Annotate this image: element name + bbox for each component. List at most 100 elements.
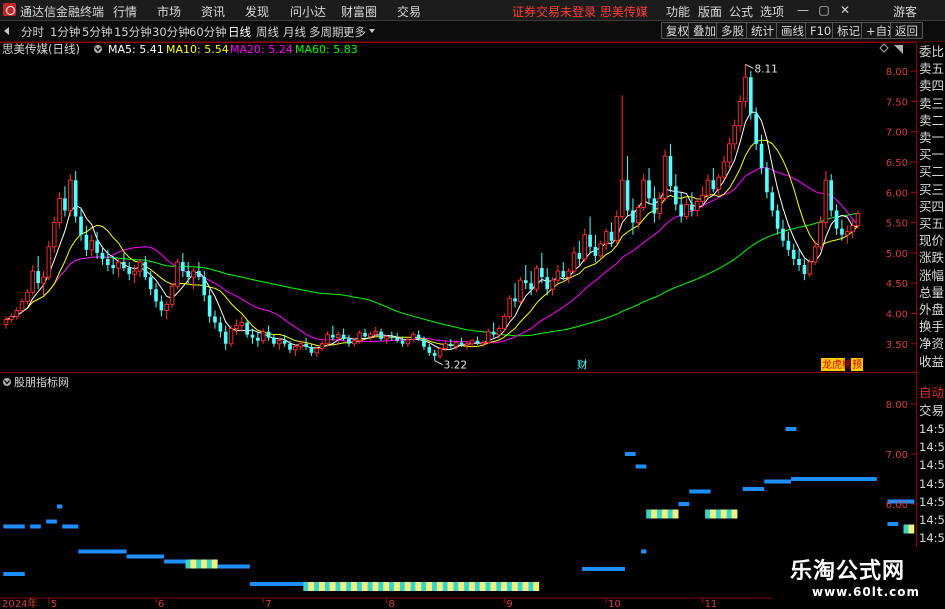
- candlesticks: [3, 64, 861, 361]
- candlestick: [485, 328, 491, 344]
- quote-field-label: 涨跌: [919, 250, 945, 266]
- candlestick: [540, 252, 544, 284]
- indicator-bar-segment: [453, 582, 459, 591]
- candlestick: [51, 216, 57, 253]
- app-title: 通达信金融终端: [20, 5, 105, 19]
- candlestick: [850, 219, 855, 238]
- tab-period-60min[interactable]: 60分钟: [189, 24, 227, 40]
- trading-notice[interactable]: 证券交易未登录 思美传媒: [512, 3, 648, 20]
- candlestick: [347, 334, 351, 347]
- lhb-marker[interactable]: 龙虎榜: [822, 358, 852, 371]
- high-pointer: [745, 64, 754, 69]
- candlestick: [213, 310, 217, 329]
- indicator-bar-segment: [410, 582, 416, 591]
- indicator-bar: [3, 572, 25, 576]
- candlestick: [331, 325, 335, 341]
- tab-period-multi[interactable]: 多周期: [309, 24, 344, 40]
- back-button[interactable]: 返回: [890, 22, 923, 39]
- menu-gongneng[interactable]: 功能: [666, 3, 690, 20]
- menu-hangqing[interactable]: 行情: [113, 3, 137, 20]
- price-tick-label: 5.50: [886, 219, 908, 230]
- candlestick: [169, 283, 175, 308]
- close-button[interactable]: ✕: [836, 2, 854, 18]
- tab-period-15min[interactable]: 15分钟: [114, 24, 152, 40]
- chevron-down-icon[interactable]: [369, 29, 375, 33]
- tab-period-5min[interactable]: 5分钟: [82, 24, 112, 40]
- multi-stock-button[interactable]: 多股: [716, 22, 749, 39]
- indicator-bar-segment: [464, 582, 469, 591]
- tab-period-more[interactable]: 更多: [343, 24, 366, 40]
- price-tick-label: 4.00: [886, 309, 908, 320]
- menu-banmian[interactable]: 版面: [698, 3, 722, 20]
- candlestick: [561, 261, 566, 281]
- tick-time-label: 14:56: [919, 458, 945, 473]
- tick-time-label: 14:56: [919, 421, 945, 436]
- menu-caifuquan[interactable]: 财富圈: [341, 3, 377, 20]
- candlestick: [341, 328, 346, 341]
- candlestick: [716, 174, 721, 196]
- tab-period-daily[interactable]: 日线: [228, 24, 251, 40]
- quote-field-label: 买一: [919, 147, 945, 163]
- indicator-tick-label: 6.00: [886, 500, 908, 511]
- indicator-bar-segment: [716, 509, 721, 519]
- menu-jiaoyi[interactable]: 交易: [397, 3, 421, 20]
- kline-main-chart[interactable]: 3.50 4.00 4.50 5.00 5.50 6.00 6.50 7.00 7.50 8.00…: [0, 42, 945, 372]
- candlestick: [593, 234, 598, 262]
- forecast-marker[interactable]: 预: [852, 359, 862, 371]
- candlestick: [197, 261, 201, 281]
- tab-period-fenshi[interactable]: 分时: [21, 24, 44, 40]
- indicator-bar: [62, 524, 79, 529]
- indicator-bar-segment: [485, 582, 491, 591]
- candlestick: [534, 265, 539, 293]
- indicator-bar: [678, 502, 690, 506]
- restore-button[interactable]: ▢: [815, 2, 833, 18]
- tab-period-1min[interactable]: 1分钟: [50, 24, 80, 40]
- dropdown-circle-icon[interactable]: [94, 45, 102, 53]
- auto-trade-label: 交易: [919, 403, 945, 419]
- indicator-bar-segment: [507, 582, 512, 591]
- finance-marker[interactable]: 财: [577, 358, 588, 371]
- corner-triangle-icon[interactable]: [894, 45, 903, 54]
- guest-login[interactable]: 游客: [893, 3, 917, 20]
- ma20-line: [5, 166, 859, 344]
- menu-wenxiaoda[interactable]: 问小达: [290, 3, 326, 20]
- indicator-bar-segment: [324, 582, 330, 591]
- indicator-bar: [582, 567, 625, 571]
- title-bar: 通达信金融终端 行情 市场 资讯 发现 问小达 财富圈 交易 证券交易未登录 思…: [0, 0, 945, 21]
- menu-faxian[interactable]: 发现: [245, 3, 269, 20]
- minimize-button[interactable]: —: [794, 2, 812, 18]
- indicator-bar-segment: [726, 509, 732, 519]
- candlestick: [400, 336, 405, 347]
- indicator-bar: [624, 452, 636, 456]
- menu-zixun[interactable]: 资讯: [201, 3, 225, 20]
- candlestick: [647, 168, 651, 205]
- menu-gongshi[interactable]: 公式: [729, 3, 753, 20]
- quote-field-label: 涨幅: [919, 267, 945, 283]
- scroll-left-icon[interactable]: [4, 27, 9, 35]
- indicator-bar: [164, 559, 186, 564]
- tab-period-30min[interactable]: 30分钟: [152, 24, 190, 40]
- dropdown-circle-icon[interactable]: [3, 378, 11, 386]
- chart-header: 思美传媒(日线) MA5: 5.41 MA10: 5.54 MA20: 5.24…: [2, 42, 903, 56]
- candlestick: [105, 249, 110, 272]
- date-tick-label: 11: [705, 599, 718, 609]
- diamond-icon[interactable]: [879, 43, 889, 53]
- tab-period-weekly[interactable]: 周线: [256, 24, 279, 40]
- indicator-bar-segment: [474, 582, 480, 591]
- low-pointer: [434, 360, 443, 366]
- menu-xuanxiang[interactable]: 选项: [760, 3, 784, 20]
- menu-shichang[interactable]: 市场: [157, 3, 181, 20]
- quote-field-label: 换手: [919, 319, 945, 335]
- candlestick: [122, 252, 126, 272]
- candlestick: [673, 174, 678, 211]
- indicator-bar-segment: [528, 582, 534, 591]
- quote-field-label: 买三: [919, 181, 945, 197]
- tab-period-monthly[interactable]: 月线: [283, 24, 306, 40]
- candlestick: [786, 231, 791, 256]
- candlestick: [368, 331, 373, 341]
- statistics-button[interactable]: 统计: [746, 22, 779, 39]
- candlestick: [469, 338, 475, 347]
- candlestick: [571, 246, 577, 275]
- candlestick: [797, 249, 801, 272]
- candlestick: [234, 319, 239, 335]
